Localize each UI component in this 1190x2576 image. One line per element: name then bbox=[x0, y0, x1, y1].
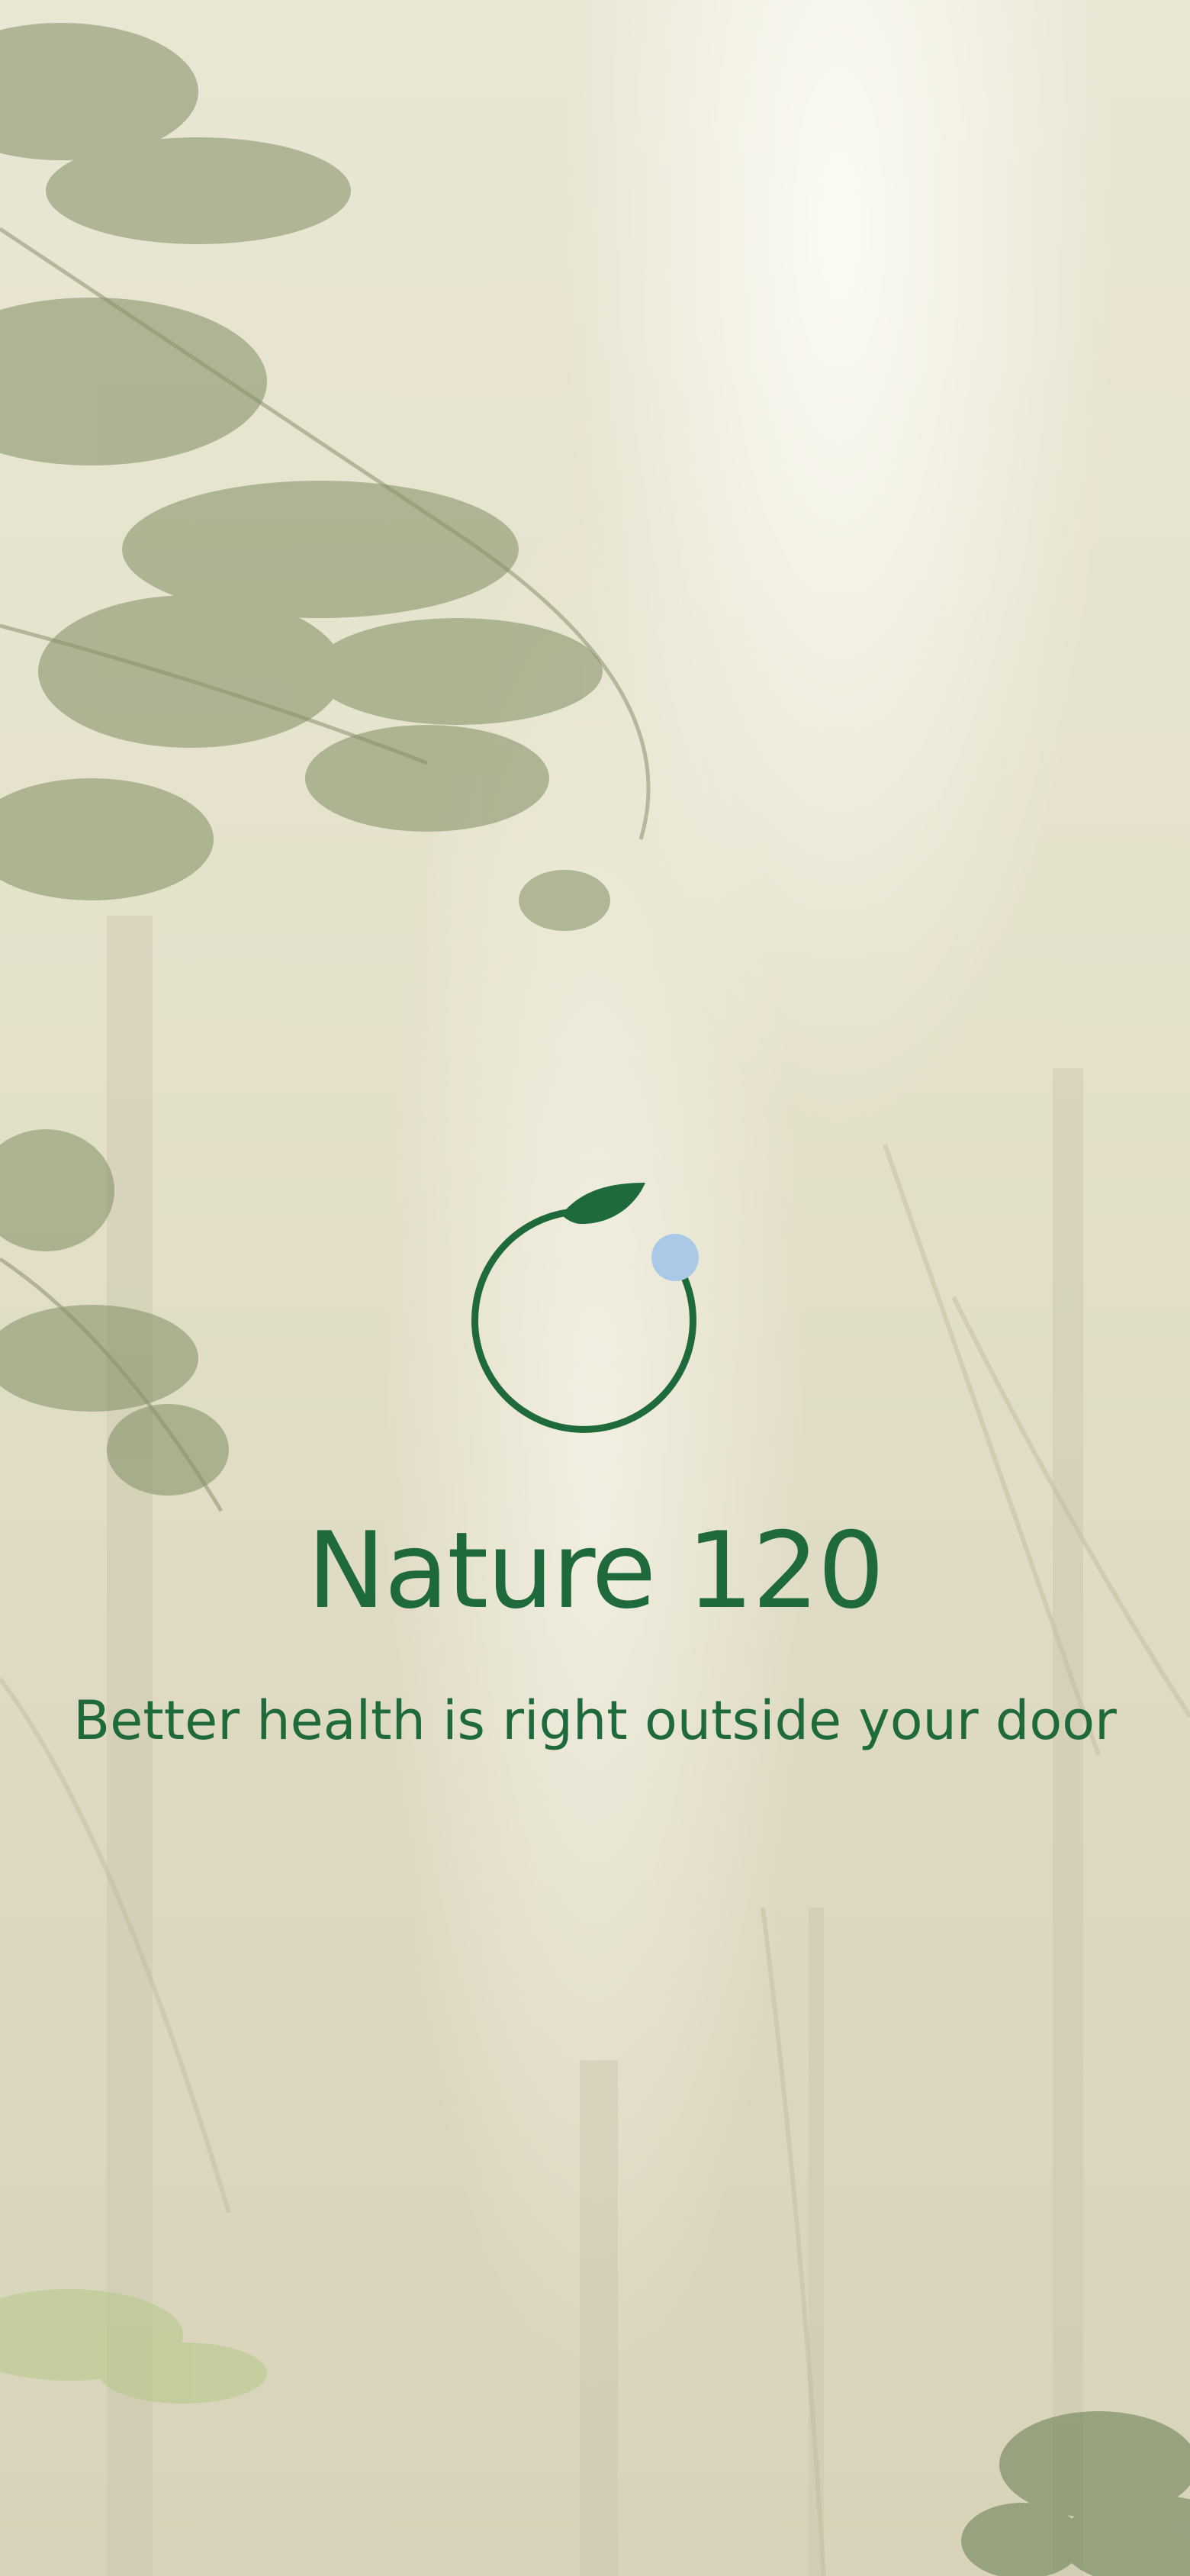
tagline: Better health is right outside your door bbox=[73, 1689, 1117, 1752]
leaf-ring-logo-icon bbox=[471, 1183, 699, 1433]
app-title: Nature 120 bbox=[307, 1509, 884, 1632]
splash-content: Nature 120 Better health is right outsid… bbox=[0, 1175, 1190, 1747]
